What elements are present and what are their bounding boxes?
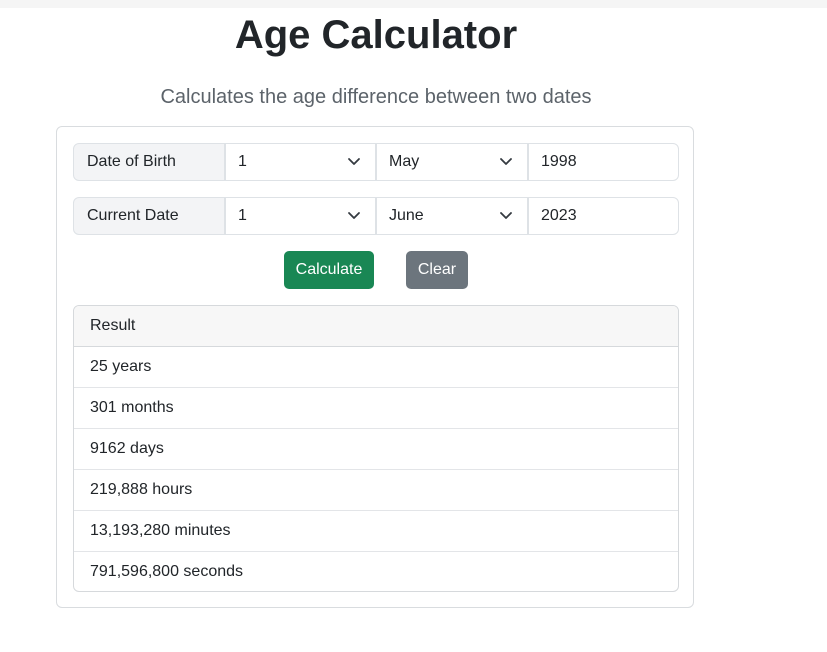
current-day-value: 1 [238,207,247,224]
result-hours: 219,888 hours [74,470,678,511]
current-month-value: June [389,207,424,224]
current-date-label: Current Date [73,197,225,235]
dob-label: Date of Birth [73,143,225,181]
current-year-value: 2023 [541,207,577,224]
current-year-input[interactable]: 2023 [528,197,679,235]
dob-month-value: May [389,153,420,170]
dob-row: Date of Birth 1 May 1998 [73,143,679,181]
page-title: Age Calculator [234,13,518,57]
chevron-down-icon [500,158,512,165]
dob-year-input[interactable]: 1998 [528,143,679,181]
result-months: 301 months [74,388,678,429]
dob-day-value: 1 [238,153,247,170]
dob-year-value: 1998 [541,153,577,170]
chevron-down-icon [348,158,360,165]
chevron-down-icon [500,212,512,219]
calculate-button[interactable]: Calculate [284,251,374,289]
dob-day-select[interactable]: 1 [225,143,376,181]
dob-month-select[interactable]: May [376,143,528,181]
page-subtitle: Calculates the age difference between tw… [160,86,592,108]
top-bar [0,0,827,8]
current-month-select[interactable]: June [376,197,528,235]
current-date-row: Current Date 1 June 2023 [73,197,679,235]
result-days: 9162 days [74,429,678,470]
clear-button[interactable]: Clear [406,251,468,289]
result-header: Result [74,306,678,347]
chevron-down-icon [348,212,360,219]
result-seconds: 791,596,800 seconds [90,563,244,580]
result-years: 25 years [74,347,678,388]
current-day-select[interactable]: 1 [225,197,376,235]
result-panel: Result 25 years 301 months 9162 days 219… [73,305,679,592]
result-minutes: 13,193,280 minutes [74,511,678,552]
